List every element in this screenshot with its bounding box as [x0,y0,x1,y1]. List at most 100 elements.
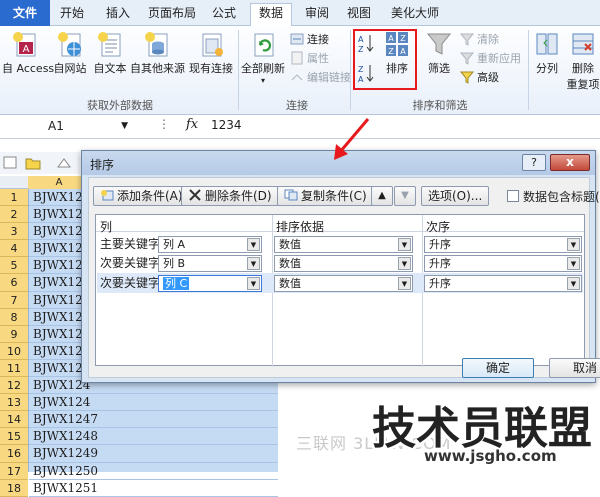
tab-home[interactable]: 开始 [52,4,92,24]
row-headers: 1 2 3 4 5 6 7 8 9 10 11 12 13 14 15 16 17 18 [0,189,28,497]
close-button[interactable]: x [550,154,590,171]
order-select[interactable]: 升序 ▼ [424,236,582,253]
tab-page-layout[interactable]: 页面布局 [140,4,204,24]
delete-level-button[interactable]: 删除条件(D) [181,186,279,206]
chevron-down-icon: ▼ [247,277,260,290]
copy-level-button[interactable]: 复制条件(C) [277,186,374,206]
from-other-sources-button[interactable]: 自其他来源 [130,30,185,76]
tab-review[interactable]: 审阅 [297,4,337,24]
row-header[interactable]: 18 [0,479,28,497]
remove-duplicates-button[interactable]: 删除 重复项 [566,30,600,92]
clear-filter-icon [459,32,475,46]
sort-on-select[interactable]: 数值 ▼ [274,275,413,292]
chevron-down-icon: ▼ [247,257,260,270]
tab-beautify[interactable]: 美化大师 [383,4,447,24]
column-select[interactable]: 列 B ▼ [158,255,262,272]
row-header[interactable]: 3 [0,223,28,241]
cell-a[interactable]: BJWX1251 [29,480,278,497]
row-header[interactable]: 6 [0,274,28,292]
sort-on-select[interactable]: 数值 ▼ [274,255,413,272]
row-header[interactable]: 16 [0,445,28,463]
callout-arrow-icon [334,118,370,160]
has-headers-label: 数据包含标题(H) [523,190,600,204]
row-header[interactable]: 4 [0,240,28,258]
row-header[interactable]: 13 [0,394,28,412]
sort-on-select[interactable]: 数值 ▼ [274,236,413,253]
tab-insert[interactable]: 插入 [98,4,138,24]
header-divider [96,231,584,232]
column-header-sort-on: 排序依据 [276,220,325,234]
chevron-down-icon: ▼ [121,121,128,131]
clear-filter-button[interactable]: 清除 [459,31,499,49]
cancel-button[interactable]: 取消 [549,358,600,378]
web-icon [56,30,84,58]
connections-button[interactable]: 连接 [290,31,329,49]
formula-bar: A1 ▼ ⋮ fx 1234 [0,115,600,139]
cell-a[interactable]: BJWX1250 [29,463,278,480]
reapply-icon [459,51,475,65]
ribbon-tab-bar: 文件 开始 插入 页面布局 公式 数据 审阅 视图 美化大师 [0,0,600,26]
tab-formulas[interactable]: 公式 [204,4,244,24]
row-header[interactable]: 15 [0,428,28,446]
ribbon-separator [238,30,239,110]
edit-links-icon [290,70,304,84]
from-text-button[interactable]: 自文本 [90,30,130,76]
refresh-all-button[interactable]: 全部刷新 ▾ [240,30,286,85]
row-header[interactable]: 10 [0,342,28,360]
reapply-button[interactable]: 重新应用 [459,50,521,68]
chevron-down-icon: ▼ [567,277,580,290]
row-header[interactable]: 5 [0,257,28,275]
from-access-button[interactable]: A 自 Access [2,30,54,76]
filter-button[interactable]: 筛选 [422,30,456,76]
options-button[interactable]: 选项(O)... [421,186,489,206]
from-web-button[interactable]: 自网站 [50,30,90,76]
copy-icon [284,188,298,201]
row-header[interactable]: 17 [0,462,28,480]
row-header[interactable]: 2 [0,206,28,224]
name-box[interactable]: A1 ▼ [4,118,132,136]
order-select[interactable]: 升序 ▼ [424,255,582,272]
tab-data[interactable]: 数据 [250,3,293,26]
add-level-button[interactable]: 添加条件(A) [93,186,190,206]
row-header[interactable]: 8 [0,308,28,326]
formula-separator-icon: ⋮ [158,117,170,131]
order-select[interactable]: 升序 ▼ [424,275,582,292]
cell-a[interactable]: BJWX1248 [29,428,278,446]
has-headers-checkbox[interactable] [507,190,519,202]
row-header[interactable]: 1 [0,189,28,207]
column-select[interactable]: 列 C ▼ [158,275,262,292]
edit-links-button[interactable]: 编辑链接 [290,69,351,87]
column-header-order: 次序 [426,220,451,234]
column-select[interactable]: 列 A ▼ [158,236,262,253]
folder-icon [3,156,71,170]
row-header[interactable]: 11 [0,359,28,378]
tab-view[interactable]: 视图 [339,4,379,24]
row-header[interactable]: 7 [0,291,28,309]
remove-duplicates-icon [569,30,597,58]
refresh-icon [249,30,277,58]
row-header[interactable]: 14 [0,411,28,429]
row-header[interactable]: 12 [0,377,28,395]
cell-a[interactable]: BJWX1247 [29,411,278,429]
cell-a[interactable]: BJWX124 [29,394,278,412]
chevron-down-icon: ▼ [398,238,411,251]
dialog-body: 添加条件(A) 删除条件(D) 复制条件(C) ▲ ▼ 选项(O)... 数据包… [88,177,600,378]
watermark-url: www.jsgho.com [424,447,557,465]
move-down-button[interactable]: ▼ [394,186,416,206]
fx-icon[interactable]: fx [186,117,198,132]
advanced-filter-button[interactable]: 高级 [459,69,499,87]
row-header[interactable]: 9 [0,325,28,343]
move-up-button[interactable]: ▲ [371,186,393,206]
help-button[interactable]: ? [522,154,546,171]
text-to-columns-button[interactable]: 分列 [532,30,562,76]
properties-button[interactable]: 属性 [290,50,329,68]
group-label-sort-filter: 排序和筛选 [412,99,468,112]
ok-button[interactable]: 确定 [462,358,534,378]
add-level-icon [100,188,114,201]
cell-a[interactable]: BJWX1249 [29,445,278,463]
ribbon-separator [528,30,529,110]
existing-connections-button[interactable]: 现有连接 [186,30,236,76]
chevron-down-icon: ▼ [398,257,411,270]
formula-input[interactable]: 1234 [211,118,242,132]
tab-file[interactable]: 文件 [0,0,50,26]
